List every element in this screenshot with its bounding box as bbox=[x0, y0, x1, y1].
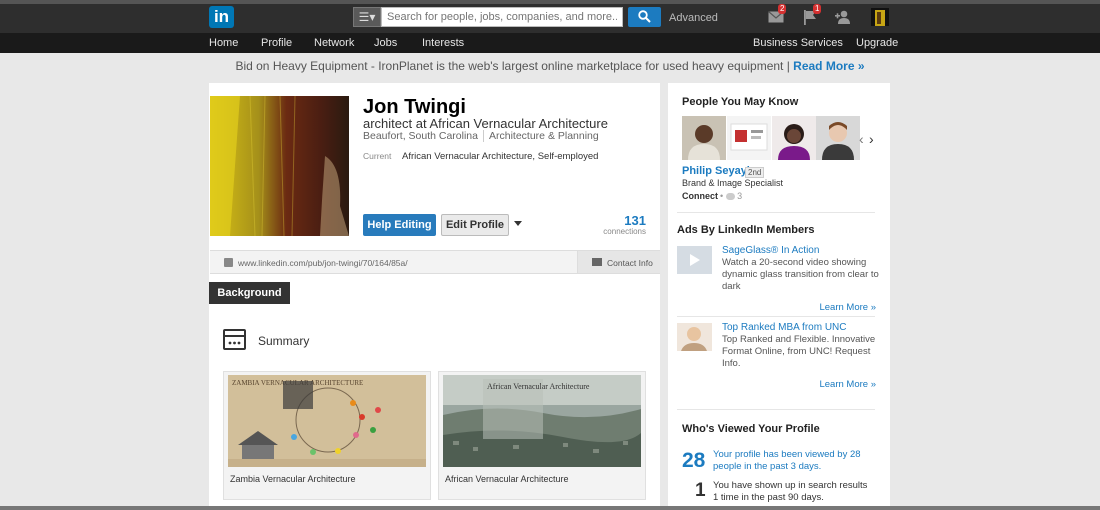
pymk-avatar[interactable] bbox=[682, 116, 726, 160]
pymk-avatar[interactable] bbox=[816, 116, 860, 160]
advanced-search-link[interactable]: Advanced bbox=[669, 12, 718, 24]
pymk-title: People You May Know bbox=[682, 96, 799, 108]
text-ad-banner: Bid on Heavy Equipment - IronPlanet is t… bbox=[0, 59, 1100, 73]
profile-views-count[interactable]: 28 bbox=[682, 449, 705, 473]
nav-business-services[interactable]: Business Services bbox=[753, 37, 843, 49]
summary-title: Summary bbox=[258, 334, 310, 348]
profile-headline: architect at African Vernacular Architec… bbox=[363, 116, 608, 131]
media-item-african-vernacular[interactable]: African Vernacular Architecture African … bbox=[438, 371, 646, 500]
contact-info-button[interactable]: Contact Info bbox=[577, 251, 660, 273]
ad-learn-more-link[interactable]: Learn More » bbox=[798, 302, 876, 313]
summary-briefcase-icon bbox=[223, 329, 246, 350]
profile-views-text[interactable]: Your profile has been viewed by 28 peopl… bbox=[713, 449, 873, 473]
degree-badge: 2nd bbox=[745, 167, 765, 178]
main-nav: Home Profile Network Jobs Interests Busi… bbox=[0, 33, 1100, 53]
divider bbox=[677, 316, 875, 317]
current-label: Current bbox=[363, 151, 392, 161]
wvyp-title: Who's Viewed Your Profile bbox=[682, 423, 820, 435]
pymk-person-title: Brand & Image Specialist bbox=[682, 178, 784, 188]
nav-upgrade[interactable]: Upgrade bbox=[856, 37, 898, 49]
search-button[interactable] bbox=[628, 7, 661, 27]
connections-count[interactable]: 131 bbox=[604, 213, 646, 228]
profile-photo[interactable] bbox=[210, 96, 349, 236]
messages-badge: 2 bbox=[778, 4, 787, 14]
ad-title-sageglass[interactable]: SageGlass® In Action bbox=[722, 245, 819, 256]
profile-industry[interactable]: Architecture & Planning bbox=[483, 130, 599, 142]
media-thumbnail: ZAMBIA VERNACULAR ARCHITECTURE bbox=[228, 375, 426, 467]
connections-label: connections bbox=[603, 227, 646, 236]
public-profile-url[interactable]: www.linkedin.com/pub/jon-twingi/70/164/8… bbox=[238, 258, 408, 268]
ad-title-mba[interactable]: Top Ranked MBA from UNC bbox=[722, 322, 847, 333]
media-caption: Zambia Vernacular Architecture bbox=[230, 474, 356, 484]
chevron-left-icon[interactable]: ‹ bbox=[859, 131, 864, 147]
media-overlay-text: African Vernacular Architecture bbox=[487, 382, 590, 391]
profile-card: Jon Twingi architect at African Vernacul… bbox=[209, 83, 660, 510]
search-icon bbox=[638, 10, 651, 23]
ad-body-mba[interactable]: Top Ranked and Flexible. Innovative Form… bbox=[722, 334, 880, 370]
notifications-flag-icon[interactable]: 1 bbox=[803, 4, 822, 25]
ad-read-more-link[interactable]: Read More » bbox=[793, 59, 864, 73]
ad-banner-text: Bid on Heavy Equipment - IronPlanet is t… bbox=[235, 59, 794, 73]
media-item-zambia[interactable]: ZAMBIA VERNACULAR ARCHITECTURE Zambia Ve… bbox=[223, 371, 431, 500]
messages-icon[interactable]: 2 bbox=[768, 4, 787, 24]
nav-jobs[interactable]: Jobs bbox=[374, 37, 397, 49]
right-sidebar: People You May Know ‹ › Philip Seyayi 2n… bbox=[668, 83, 890, 510]
current-position[interactable]: African Vernacular Architecture, Self-em… bbox=[402, 151, 598, 162]
nav-network[interactable]: Network bbox=[314, 37, 354, 49]
shared-connections-count: 3 bbox=[737, 191, 743, 201]
notifications-badge: 1 bbox=[813, 4, 822, 14]
chevron-down-icon[interactable] bbox=[514, 221, 522, 226]
chevron-right-icon[interactable]: › bbox=[869, 131, 874, 147]
add-connections-icon[interactable] bbox=[835, 8, 853, 24]
avatar[interactable] bbox=[871, 8, 889, 26]
ads-title: Ads By LinkedIn Members bbox=[677, 224, 815, 236]
top-strip bbox=[0, 0, 1100, 4]
nav-home[interactable]: Home bbox=[209, 37, 238, 49]
nav-profile[interactable]: Profile bbox=[261, 37, 292, 49]
search-category-menu-icon[interactable]: ☰▾ bbox=[353, 7, 381, 27]
ad-thumbnail-video[interactable] bbox=[677, 246, 712, 274]
contact-card-icon bbox=[592, 258, 602, 266]
media-thumbnail: African Vernacular Architecture bbox=[443, 375, 641, 467]
edit-profile-button[interactable]: Edit Profile bbox=[441, 214, 509, 236]
search-appearances-count: 1 bbox=[695, 480, 706, 501]
pymk-connect-link[interactable]: Connect bbox=[682, 191, 718, 201]
search-input[interactable] bbox=[381, 7, 623, 27]
nav-interests[interactable]: Interests bbox=[422, 37, 464, 49]
profile-location[interactable]: Beaufort, South Carolina bbox=[363, 130, 478, 142]
background-section-tab: Background bbox=[209, 282, 290, 304]
linkedin-small-icon bbox=[224, 258, 233, 267]
shared-connections[interactable]: • 3 bbox=[720, 191, 742, 201]
taskbar-strip bbox=[0, 506, 1100, 510]
search-appearances-text: You have shown up in search results 1 ti… bbox=[713, 480, 868, 503]
media-caption: African Vernacular Architecture bbox=[445, 474, 569, 484]
divider bbox=[677, 409, 875, 410]
ad-thumbnail-mba[interactable] bbox=[677, 323, 712, 351]
pymk-avatar[interactable] bbox=[727, 116, 771, 160]
linkedin-logo[interactable]: in bbox=[209, 6, 234, 28]
public-profile-bar: www.linkedin.com/pub/jon-twingi/70/164/8… bbox=[210, 250, 660, 274]
pymk-person-name[interactable]: Philip Seyayi bbox=[682, 165, 750, 177]
divider bbox=[677, 212, 875, 213]
help-editing-button[interactable]: Help Editing bbox=[363, 214, 436, 236]
ad-body-sageglass[interactable]: Watch a 20-second video showing dynamic … bbox=[722, 257, 880, 293]
contact-info-label: Contact Info bbox=[607, 258, 653, 268]
ad-learn-more-link[interactable]: Learn More » bbox=[798, 379, 876, 390]
profile-location-line: Beaufort, South Carolina Architecture & P… bbox=[363, 130, 599, 142]
pymk-avatar[interactable] bbox=[772, 116, 816, 160]
shared-connections-icon bbox=[725, 193, 735, 201]
top-bar: in ☰▾ Advanced 2 1 bbox=[0, 0, 1100, 33]
